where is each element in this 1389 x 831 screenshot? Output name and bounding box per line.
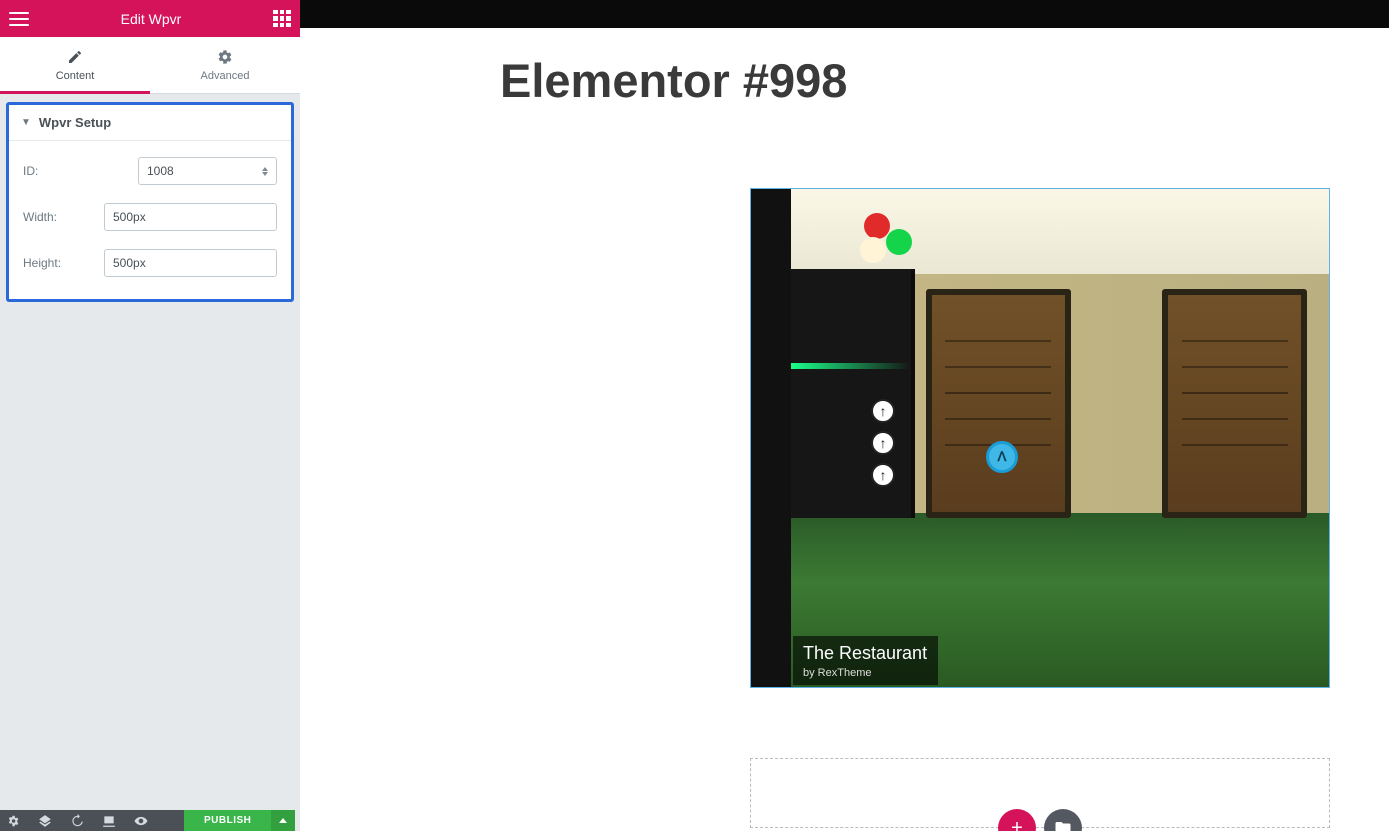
publish-options-button[interactable]: [271, 810, 295, 831]
tab-advanced[interactable]: Advanced: [150, 37, 300, 93]
width-label: Width:: [23, 210, 104, 224]
caret-down-icon: ▼: [21, 117, 31, 128]
scene-door-right: [1162, 289, 1307, 518]
hotspot-center-icon[interactable]: ᐱ: [986, 441, 1018, 473]
vr-scene[interactable]: ↑ ↑ ↑ ᐱ: [791, 189, 1329, 687]
controls-group: ID: 1008 Width: Height:: [9, 141, 291, 299]
window-top-strip: [300, 0, 1389, 28]
gear-icon: [217, 49, 233, 65]
id-select[interactable]: 1008: [138, 157, 277, 185]
height-input[interactable]: [104, 249, 277, 277]
section-title: Wpvr Setup: [39, 115, 111, 130]
scene-elevator: [791, 269, 915, 518]
publish-group: PUBLISH: [184, 810, 295, 831]
id-label: ID:: [23, 164, 138, 178]
wpvr-setup-panel: ▼ Wpvr Setup ID: 1008 Width: Height:: [6, 102, 294, 302]
vr-caption-sub: by RexTheme: [803, 667, 928, 679]
id-value: 1008: [147, 164, 174, 178]
sidebar-header: Edit Wpvr: [0, 0, 300, 37]
hotspot-arrow-up-icon[interactable]: ↑: [871, 431, 895, 455]
hotspot-arrow-up-icon[interactable]: ↑: [871, 463, 895, 487]
page-title: Elementor #998: [500, 53, 1389, 108]
preview-canvas: Elementor #998 ↑ ↑ ↑ ᐱ The Restaurant by…: [300, 28, 1389, 831]
apps-grid-icon[interactable]: [273, 10, 291, 28]
tab-content-label: Content: [56, 70, 95, 82]
vr-caption-title: The Restaurant: [803, 643, 928, 664]
scene-door-left: [926, 289, 1071, 518]
pencil-icon: [67, 49, 83, 65]
hotspot-arrow-up-icon[interactable]: ↑: [871, 399, 895, 423]
control-width: Width:: [23, 203, 277, 231]
scene-lamp: [856, 199, 916, 294]
control-height: Height:: [23, 249, 277, 277]
height-label: Height:: [23, 256, 104, 270]
width-input[interactable]: [104, 203, 277, 231]
section-toggle-wpvr-setup[interactable]: ▼ Wpvr Setup: [9, 105, 291, 141]
caret-up-icon: [279, 818, 287, 823]
stepper-icon: [262, 167, 268, 176]
panel-area: ▼ Wpvr Setup ID: 1008 Width: Height:: [0, 94, 300, 831]
settings-icon[interactable]: [6, 814, 20, 828]
preview-icon[interactable]: [134, 814, 148, 828]
add-section-zone[interactable]: +: [750, 758, 1330, 828]
publish-button[interactable]: PUBLISH: [184, 810, 271, 831]
control-id: ID: 1008: [23, 157, 277, 185]
tab-content[interactable]: Content: [0, 37, 150, 93]
wpvr-widget[interactable]: ↑ ↑ ↑ ᐱ The Restaurant by RexTheme: [750, 188, 1330, 688]
plus-icon: +: [1011, 817, 1023, 831]
layers-icon[interactable]: [38, 814, 52, 828]
publish-label: PUBLISH: [204, 815, 251, 826]
folder-icon: [1054, 819, 1072, 831]
editor-sidebar: Edit Wpvr Content Advanced ▼ Wpvr Setup …: [0, 0, 300, 831]
tab-advanced-label: Advanced: [201, 70, 250, 82]
add-section-button[interactable]: +: [998, 809, 1036, 831]
history-icon[interactable]: [70, 814, 84, 828]
sidebar-title: Edit Wpvr: [29, 11, 273, 27]
hamburger-icon[interactable]: [9, 12, 29, 26]
template-library-button[interactable]: [1044, 809, 1082, 831]
vr-caption: The Restaurant by RexTheme: [793, 636, 938, 685]
sidebar-tabs: Content Advanced: [0, 37, 300, 94]
responsive-icon[interactable]: [102, 814, 116, 828]
